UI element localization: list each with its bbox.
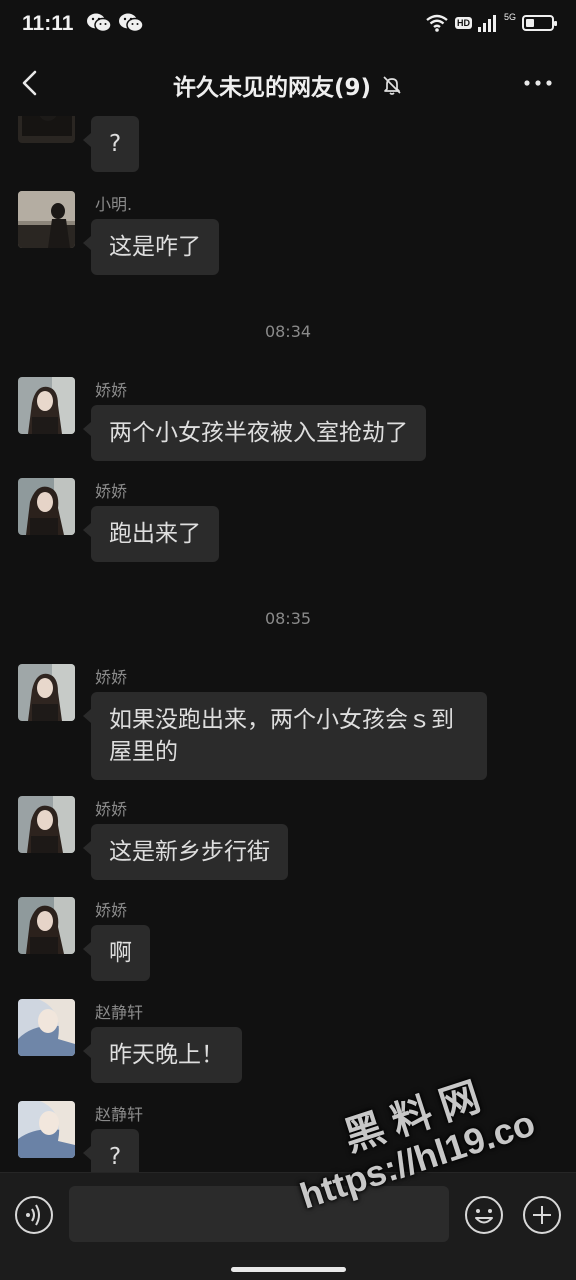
avatar[interactable] — [18, 116, 75, 143]
message-item: 娇娇 两个小女孩半夜被入室抢劫了 — [18, 377, 558, 467]
avatar-girl — [18, 664, 75, 721]
home-indicator[interactable] — [231, 1267, 346, 1272]
avatar-light — [18, 1101, 75, 1158]
signal-icon — [477, 15, 496, 32]
avatar[interactable] — [18, 664, 75, 721]
message-text: ? — [109, 131, 122, 157]
message-input[interactable] — [69, 1186, 449, 1242]
avatar[interactable] — [18, 377, 75, 434]
avatar-dark — [18, 191, 75, 248]
avatar-girl — [18, 897, 75, 954]
message-bubble[interactable]: ? — [82, 1129, 140, 1172]
timestamp: 08:35 — [264, 609, 312, 628]
message-item: 娇娇 啊 — [18, 897, 558, 987]
avatar-dark — [18, 116, 75, 143]
avatar-girl — [18, 377, 75, 434]
message-list[interactable]: ? 小明. 这是咋了 08:34 娇娇 两个小女孩半夜被入室抢劫了 娇娇 跑出来… — [0, 116, 576, 1172]
avatar-light — [18, 999, 75, 1056]
voice-icon[interactable] — [14, 1195, 54, 1235]
message-text: 啊 — [109, 940, 132, 966]
sender-name: 赵静轩 — [95, 1003, 144, 1022]
message-text-line: 如果没跑出来，两个小女孩会ｓ到 — [109, 707, 454, 733]
message-text: 两个小女孩半夜被入室抢劫了 — [109, 420, 408, 446]
avatar[interactable] — [18, 478, 75, 535]
sender-name: 娇娇 — [95, 901, 128, 920]
message-text: 跑出来了 — [109, 521, 201, 547]
sender-name: 娇娇 — [95, 482, 128, 501]
message-bubble[interactable]: 啊 — [83, 925, 150, 981]
avatar[interactable] — [18, 1101, 75, 1158]
message-text: 昨天晚上！ — [109, 1042, 224, 1068]
message-item: 赵静轩 ? — [18, 1101, 558, 1172]
message-bubble[interactable]: 如果没跑出来，两个小女孩会ｓ到 屋里的 — [83, 692, 487, 780]
message-bubble[interactable]: ? — [82, 116, 140, 172]
message-bubble[interactable]: 两个小女孩半夜被入室抢劫了 — [83, 405, 426, 461]
message-item: ? — [18, 116, 558, 176]
message-text-line: 屋里的 — [109, 739, 178, 765]
message-item: 娇娇 如果没跑出来，两个小女孩会ｓ到 屋里的 — [18, 664, 558, 784]
sender-name: 赵静轩 — [95, 1105, 144, 1124]
network-type: 5G — [503, 12, 516, 22]
message-text: ? — [109, 1144, 122, 1170]
message-item: 娇娇 跑出来了 — [18, 478, 558, 568]
wifi-icon — [426, 14, 448, 32]
chat-header: 许久未见的网友(9) — [0, 50, 576, 116]
message-text: 这是新乡步行街 — [109, 839, 270, 865]
avatar[interactable] — [18, 191, 75, 248]
avatar-girl — [18, 796, 75, 853]
input-bar — [0, 1172, 576, 1280]
message-bubble[interactable]: 这是咋了 — [83, 219, 219, 275]
timestamp: 08:34 — [264, 322, 312, 341]
emoji-icon[interactable] — [464, 1195, 504, 1235]
message-item: 娇娇 这是新乡步行街 — [18, 796, 558, 886]
status-right-group: HD 5G — [425, 12, 557, 34]
chat-title: 许久未见的网友(9) — [172, 75, 372, 101]
message-bubble[interactable]: 这是新乡步行街 — [83, 824, 288, 880]
status-time: 11:11 — [22, 12, 74, 35]
avatar[interactable] — [18, 897, 75, 954]
more-dots-icon[interactable] — [522, 68, 554, 98]
avatar-girl — [18, 478, 75, 535]
message-bubble[interactable]: 昨天晚上！ — [83, 1027, 242, 1083]
sender-name: 娇娇 — [95, 668, 128, 687]
message-item: 小明. 这是咋了 — [18, 191, 558, 281]
status-bar: 11:11 HD 5G — [0, 0, 576, 50]
sender-name: 小明. — [95, 195, 133, 214]
mute-bell-icon — [383, 76, 401, 95]
sender-name: 娇娇 — [95, 800, 128, 819]
plus-icon[interactable] — [522, 1195, 562, 1235]
sender-name: 娇娇 — [95, 381, 128, 400]
message-bubble[interactable]: 跑出来了 — [83, 506, 219, 562]
battery-icon — [522, 15, 557, 31]
wechat-icon — [87, 13, 112, 33]
avatar[interactable] — [18, 796, 75, 853]
hd-badge: HD — [454, 17, 472, 29]
message-item: 赵静轩 昨天晚上！ — [18, 999, 558, 1089]
wechat-icon — [119, 13, 144, 33]
battery-level — [526, 19, 534, 27]
chat-title-row[interactable]: 许久未见的网友(9) — [0, 68, 576, 102]
avatar[interactable] — [18, 999, 75, 1056]
message-text: 这是咋了 — [109, 234, 201, 260]
